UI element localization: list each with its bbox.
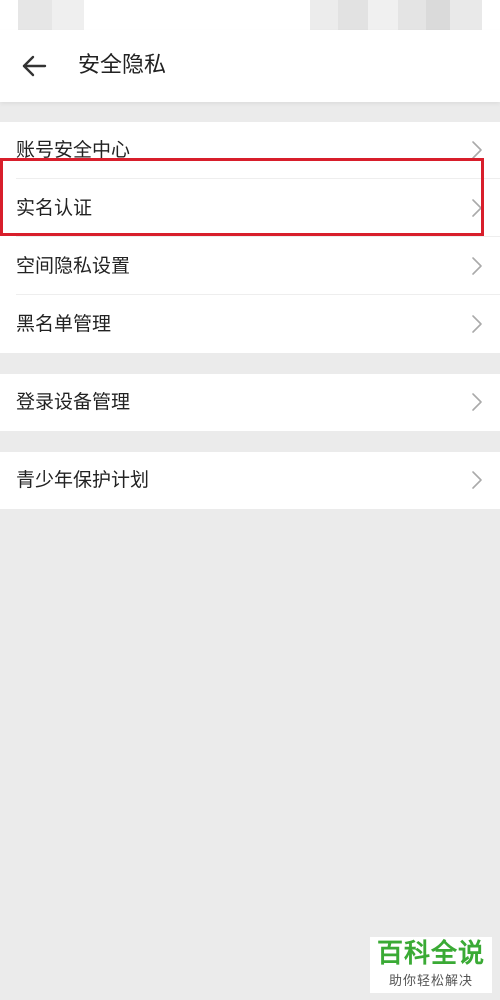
watermark-logo: 百科全说 助你轻松解决 — [370, 937, 492, 993]
chevron-right-icon — [472, 257, 482, 275]
app-header: 安全隐私 — [0, 30, 500, 102]
divider — [16, 178, 500, 179]
status-bar-blur — [426, 0, 450, 30]
settings-group-devices: 登录设备管理 — [0, 374, 500, 431]
list-item-label: 空间隐私设置 — [16, 255, 131, 277]
status-bar-blur — [338, 0, 368, 30]
divider — [16, 236, 500, 237]
list-item-label: 青少年保护计划 — [16, 469, 150, 491]
watermark-subtitle: 助你轻松解决 — [388, 974, 473, 989]
chevron-right-icon — [472, 141, 482, 159]
status-bar — [0, 0, 500, 30]
list-item-label: 登录设备管理 — [16, 391, 131, 413]
list-item-blacklist-management[interactable]: 黑名单管理 — [0, 296, 500, 353]
chevron-right-icon — [472, 471, 482, 489]
list-item-youth-protection-plan[interactable]: 青少年保护计划 — [0, 452, 500, 509]
list-item-login-device-management[interactable]: 登录设备管理 — [0, 374, 500, 431]
divider — [16, 294, 500, 295]
status-bar-blur — [52, 0, 84, 30]
page-title: 安全隐私 — [78, 53, 167, 78]
settings-group-youth: 青少年保护计划 — [0, 452, 500, 509]
status-bar-blur — [368, 0, 398, 30]
status-bar-blur — [398, 0, 426, 30]
chevron-right-icon — [472, 199, 482, 217]
status-bar-blur — [310, 0, 338, 30]
list-item-account-security-center[interactable]: 账号安全中心 — [0, 122, 500, 179]
list-item-space-privacy-settings[interactable]: 空间隐私设置 — [0, 238, 500, 295]
settings-group-account: 账号安全中心 实名认证 空间隐私设置 黑名单管理 — [0, 122, 500, 353]
back-arrow-icon[interactable] — [20, 52, 48, 80]
list-item-label: 实名认证 — [16, 197, 93, 219]
status-bar-blur — [450, 0, 482, 30]
chevron-right-icon — [472, 315, 482, 333]
chevron-right-icon — [472, 393, 482, 411]
watermark-title: 百科全说 — [376, 939, 485, 969]
list-item-label: 黑名单管理 — [16, 313, 112, 335]
list-item-label: 账号安全中心 — [16, 139, 131, 161]
list-item-real-name-verification[interactable]: 实名认证 — [0, 180, 500, 237]
status-bar-blur — [18, 0, 52, 30]
